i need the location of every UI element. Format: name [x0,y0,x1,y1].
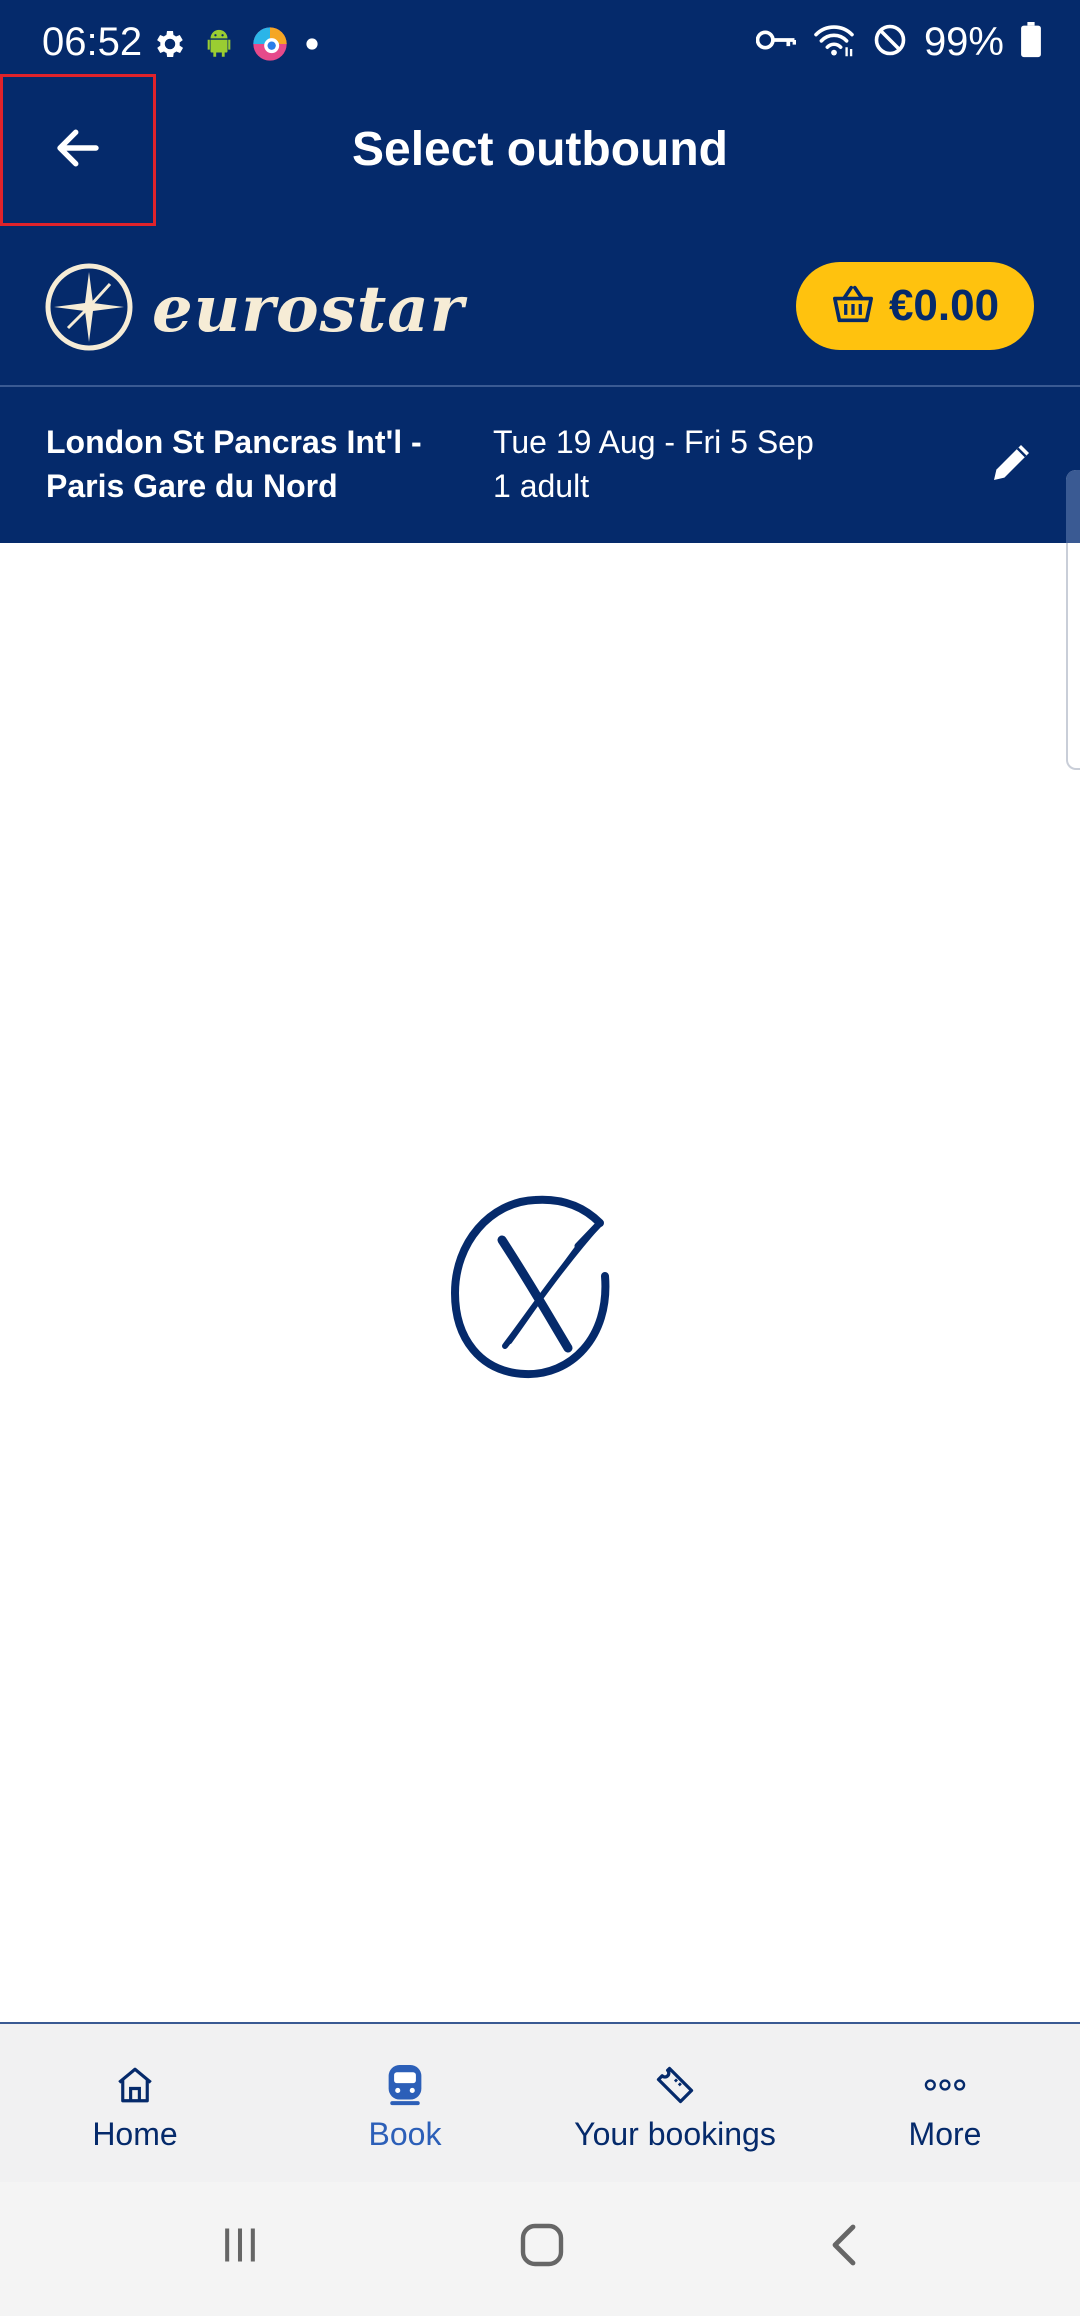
home-circle-icon [518,2221,566,2274]
battery-icon [1020,22,1042,63]
route-summary: London St Pancras Int'l - Paris Gare du … [46,420,422,508]
recents-icon [218,2223,262,2272]
browser-icon [250,24,290,69]
nav-book-label: Book [368,2116,442,2152]
system-home-button[interactable] [497,2212,587,2282]
system-navigation-bar [0,2182,1080,2316]
trip-passengers: 1 adult [493,468,590,504]
eurostar-logo: eurostar [44,262,464,357]
route-origin: London St Pancras Int'l - [46,424,422,460]
nav-home[interactable]: Home [55,2024,215,2182]
nav-your-bookings-label: Your bookings [574,2116,776,2152]
trip-details: Tue 19 Aug - Fri 5 Sep 1 adult [493,420,814,508]
status-bar: 06:52 99% [0,0,1080,92]
nav-your-bookings[interactable]: Your bookings [560,2024,790,2182]
header-divider [0,385,1080,387]
page-title: Select outbound [352,123,728,176]
key-icon [755,25,797,60]
edit-journey-button[interactable] [980,432,1044,496]
ticket-icon [653,2062,697,2108]
nav-more-label: More [908,2116,982,2152]
basket-icon [831,284,875,329]
dot-icon [304,36,320,57]
settings-icon [152,26,188,67]
status-time: 06:52 [42,20,143,64]
basket-price: €0.00 [888,281,1000,330]
basket-button[interactable]: €0.00 [796,262,1034,350]
train-icon [385,2062,425,2108]
eurostar-loading-icon [450,1188,630,1382]
pencil-icon [988,438,1036,491]
android-icon [202,26,236,67]
route-destination: Paris Gare du Nord [46,468,338,504]
battery-percent: 99% [923,20,1004,64]
wifi-icon [812,22,856,63]
back-chevron-icon [825,2221,865,2274]
eurostar-star-icon [44,262,134,357]
nav-more[interactable]: More [865,2024,1025,2182]
more-dots-icon [923,2062,967,2108]
system-back-button[interactable] [800,2212,890,2282]
side-drawer-handle-top [1066,470,1080,543]
logo-wordmark: eurostar [152,272,465,347]
recents-button[interactable] [195,2212,285,2282]
trip-dates: Tue 19 Aug - Fri 5 Sep [493,424,814,460]
nav-book[interactable]: Book [325,2024,485,2182]
do-not-disturb-icon [872,22,908,63]
home-icon [114,2062,156,2108]
nav-home-label: Home [92,2116,178,2152]
bottom-navigation: Home Book Your bookings More [0,2022,1080,2182]
